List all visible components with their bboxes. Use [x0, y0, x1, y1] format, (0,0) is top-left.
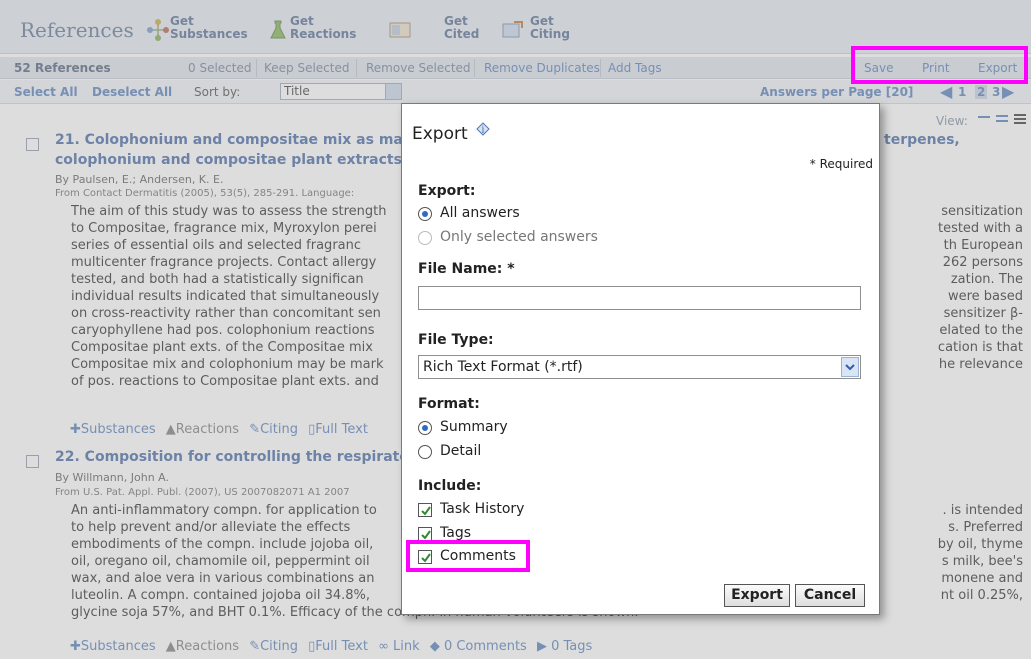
file-type-select[interactable]: Rich Text Format (*.rtf)	[418, 355, 861, 379]
file-name-input[interactable]	[418, 286, 861, 310]
export-dialog: Export i * Required Export: All answers …	[401, 103, 880, 615]
include-label: Include:	[418, 478, 482, 494]
svg-text:i: i	[482, 126, 485, 136]
required-note: * Required	[809, 157, 873, 171]
dialog-title: Export i	[412, 122, 490, 144]
format-label: Format:	[418, 396, 480, 412]
cancel-button[interactable]: Cancel	[795, 584, 865, 607]
help-icon[interactable]: i	[476, 122, 490, 136]
highlight-box	[406, 540, 530, 572]
highlight-box	[851, 46, 1028, 84]
export-confirm-button[interactable]: Export	[724, 584, 790, 607]
export-scope-label: Export:	[418, 183, 476, 199]
file-type-label: File Type:	[418, 332, 494, 348]
chevron-down-icon	[841, 357, 859, 377]
file-name-label: File Name: *	[418, 261, 515, 277]
